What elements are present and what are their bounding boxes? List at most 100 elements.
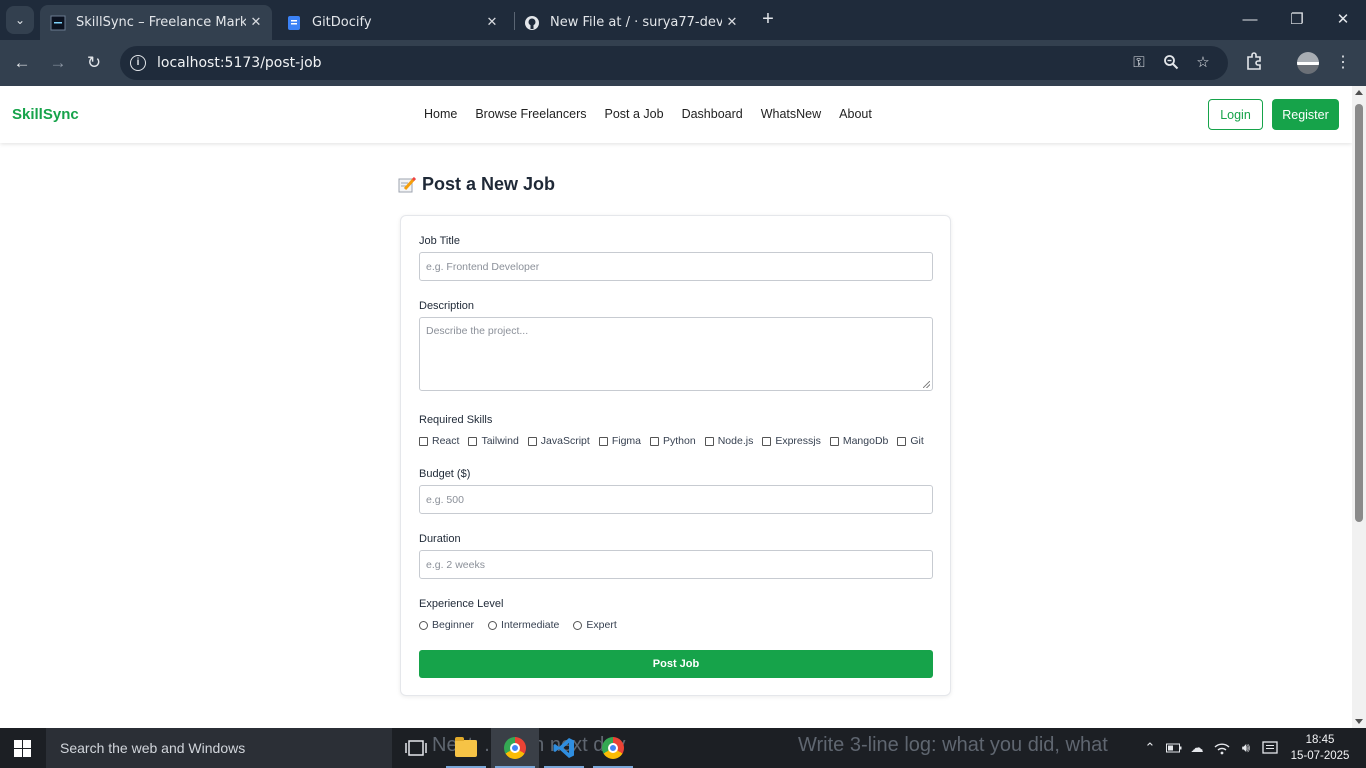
skill-label: Tailwind	[481, 435, 519, 447]
skillsync-favicon-icon	[50, 15, 66, 31]
close-tab-icon[interactable]: ✕	[246, 15, 266, 30]
checkbox[interactable]	[598, 436, 608, 446]
skill-option[interactable]: Tailwind	[468, 435, 519, 447]
checkbox[interactable]	[419, 436, 428, 446]
post-job-button[interactable]: Post Job	[419, 650, 933, 678]
restore-icon[interactable]: ❐	[1287, 10, 1307, 30]
chrome-taskbar-icon-2[interactable]	[589, 728, 637, 768]
nav-dashboard[interactable]: Dashboard	[682, 107, 743, 121]
job-title-input[interactable]: e.g. Frontend Developer	[419, 252, 933, 281]
scroll-up-arrow-icon[interactable]	[1355, 90, 1363, 95]
skill-option[interactable]: Node.js	[704, 435, 754, 447]
skill-option[interactable]: Expressjs	[762, 435, 821, 447]
brand-logo[interactable]: SkillSync	[12, 106, 79, 123]
skill-label: JavaScript	[540, 435, 590, 447]
skill-option[interactable]: MangoDb	[829, 435, 888, 447]
skill-option[interactable]: React	[419, 435, 459, 447]
checkbox[interactable]	[897, 436, 907, 446]
tray-chevron-up-icon[interactable]: ⌃	[1140, 728, 1160, 768]
login-button[interactable]: Login	[1208, 99, 1263, 130]
experience-option[interactable]: Expert	[573, 619, 617, 631]
vscode-taskbar-icon[interactable]	[540, 728, 588, 768]
duration-label: Duration	[419, 533, 461, 545]
tab-gitdocify[interactable]: GitDocify ✕	[276, 5, 508, 40]
nav-links: Home Browse Freelancers Post a Job Dashb…	[424, 107, 872, 121]
close-tab-icon[interactable]: ✕	[482, 15, 502, 30]
skill-label: Git	[910, 435, 924, 447]
background-ghost-text: Write 3-line log: what you did, what	[798, 734, 1108, 756]
volume-icon[interactable]: 🔊︎	[1236, 728, 1256, 768]
clock-time: 18:45	[1305, 734, 1335, 746]
checkbox[interactable]	[704, 436, 714, 446]
nav-about[interactable]: About	[839, 107, 872, 121]
file-explorer-folder-icon[interactable]	[442, 728, 490, 768]
radio-button[interactable]	[488, 620, 498, 630]
nav-home[interactable]: Home	[424, 107, 457, 121]
skill-option[interactable]: Git	[897, 435, 924, 447]
tab-search-chevron-icon[interactable]: ⌄	[6, 6, 34, 34]
password-key-icon[interactable]: ⚿	[1130, 54, 1148, 72]
budget-input[interactable]: e.g. 500	[419, 485, 933, 514]
checkbox[interactable]	[527, 436, 537, 446]
wifi-icon[interactable]	[1212, 728, 1232, 768]
budget-label: Budget ($)	[419, 468, 471, 480]
system-clock[interactable]: 18:45 15-07-2025	[1290, 732, 1350, 764]
bookmark-star-icon[interactable]: ☆	[1194, 54, 1212, 72]
nav-post-a-job[interactable]: Post a Job	[605, 107, 664, 121]
description-textarea[interactable]: Describe the project...	[419, 317, 933, 391]
skill-option[interactable]: JavaScript	[527, 435, 590, 447]
battery-icon[interactable]	[1164, 728, 1184, 768]
site-info-icon[interactable]: i	[130, 55, 146, 71]
tab-github[interactable]: New File at / · surya77-dev/SkillSync ✕	[514, 5, 748, 40]
skill-option[interactable]: Python	[650, 435, 696, 447]
more-menu-icon[interactable]: ⋮	[1332, 52, 1354, 74]
checkbox[interactable]	[829, 436, 839, 446]
register-button[interactable]: Register	[1272, 99, 1339, 130]
scrollbar-thumb[interactable]	[1355, 104, 1363, 522]
skill-option[interactable]: Figma	[598, 435, 641, 447]
page-scrollbar[interactable]	[1352, 86, 1366, 728]
taskbar-search-box[interactable]: Search the web and Windows	[46, 728, 392, 768]
scroll-down-arrow-icon[interactable]	[1355, 719, 1363, 724]
checkbox[interactable]	[762, 436, 772, 446]
nav-browse-freelancers[interactable]: Browse Freelancers	[475, 107, 586, 121]
nav-whatsnew[interactable]: WhatsNew	[761, 107, 821, 121]
skills-checkbox-group: React Tailwind JavaScript Figma Python N…	[419, 435, 933, 447]
memo-icon	[398, 176, 417, 193]
browser-tab-strip: ⌄ SkillSync – Freelance Marketplace ✕ Gi…	[0, 0, 1366, 40]
experience-option[interactable]: Intermediate	[488, 619, 559, 631]
notifications-icon[interactable]	[1260, 728, 1280, 768]
close-window-icon[interactable]: ✕	[1333, 10, 1353, 30]
skill-label: Python	[663, 435, 696, 447]
clock-date: 15-07-2025	[1290, 750, 1350, 762]
tab-title: GitDocify	[312, 15, 372, 30]
extensions-puzzle-icon[interactable]	[1243, 52, 1265, 74]
reload-icon[interactable]: ↻	[83, 52, 105, 74]
tab-title: SkillSync – Freelance Marketplace	[76, 15, 246, 30]
post-job-form: Job Title e.g. Frontend Developer Descri…	[400, 215, 951, 696]
checkbox[interactable]	[650, 436, 660, 446]
forward-arrow-icon[interactable]: →	[47, 52, 69, 74]
experience-option-label: Beginner	[432, 619, 475, 631]
radio-button[interactable]	[419, 620, 428, 630]
checkbox[interactable]	[468, 436, 478, 446]
minimize-icon[interactable]: —	[1240, 10, 1260, 30]
profile-avatar[interactable]	[1297, 52, 1319, 74]
windows-start-icon[interactable]	[14, 740, 31, 757]
back-arrow-icon[interactable]: ←	[11, 52, 33, 74]
site-navbar: SkillSync Home Browse Freelancers Post a…	[0, 86, 1352, 143]
radio-button[interactable]	[573, 620, 583, 630]
onedrive-cloud-icon[interactable]: ☁	[1187, 728, 1207, 768]
address-bar[interactable]: i localhost:5173/post-job ⚿ ☆	[120, 46, 1228, 80]
chrome-taskbar-icon[interactable]	[491, 728, 539, 768]
duration-input[interactable]: e.g. 2 weeks	[419, 550, 933, 579]
zoom-icon[interactable]	[1162, 54, 1180, 72]
close-tab-icon[interactable]: ✕	[722, 15, 742, 30]
new-tab-plus-icon[interactable]: +	[758, 9, 778, 30]
skill-label: Node.js	[717, 435, 754, 447]
url-text[interactable]: localhost:5173/post-job	[157, 55, 322, 71]
tab-skillsync[interactable]: SkillSync – Freelance Marketplace ✕	[40, 5, 272, 40]
resize-grip-icon[interactable]	[923, 381, 930, 388]
experience-option[interactable]: Beginner	[419, 619, 474, 631]
experience-label: Experience Level	[419, 598, 504, 610]
